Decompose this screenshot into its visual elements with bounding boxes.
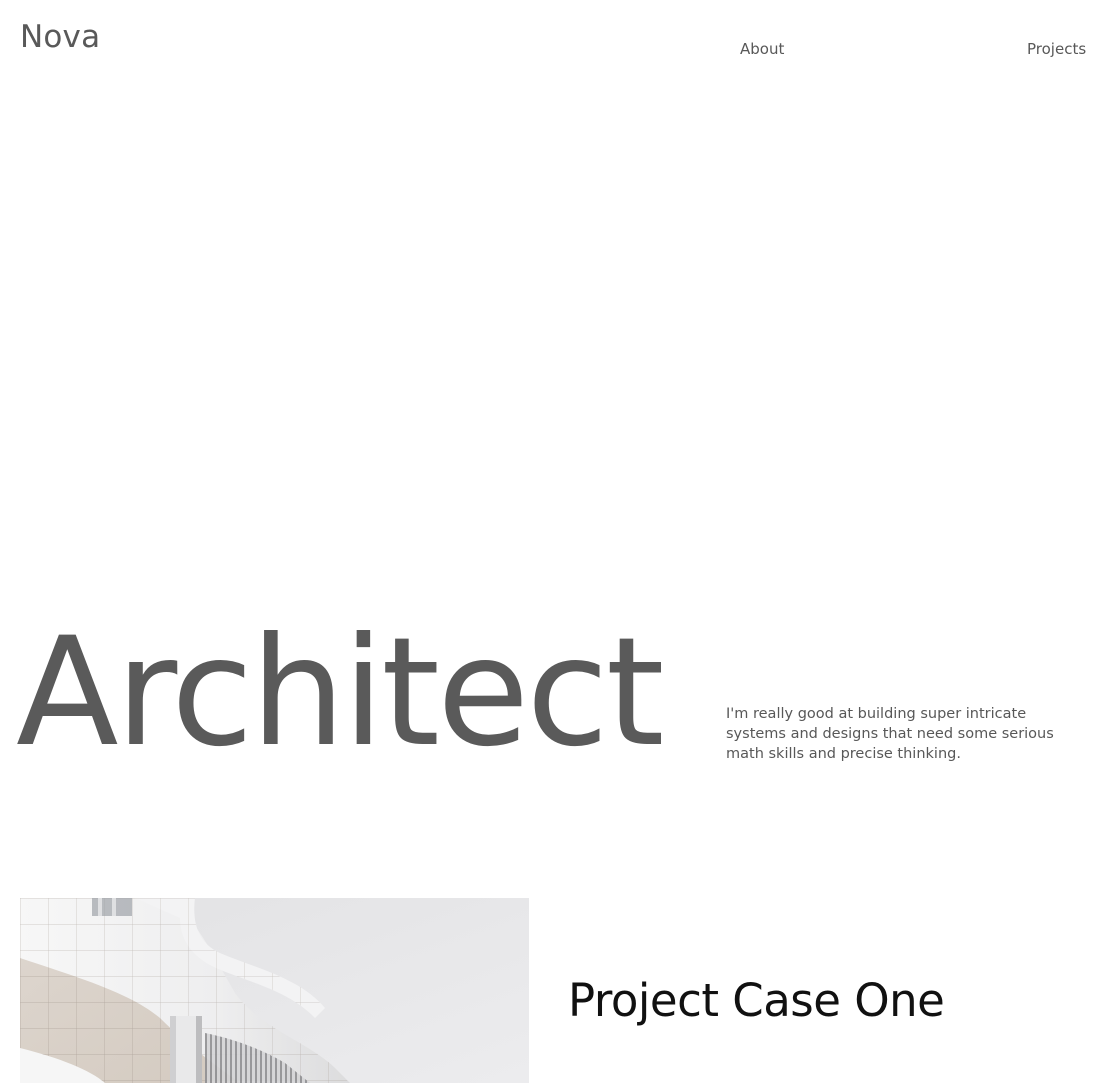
project-image[interactable] — [20, 898, 529, 1083]
hero-description: I'm really good at building super intric… — [726, 706, 1054, 762]
site-logo[interactable]: Nova — [20, 22, 100, 53]
nav-link-about[interactable]: About — [740, 42, 784, 57]
project-title[interactable]: Project Case One — [568, 978, 945, 1023]
hero-title: Architect — [16, 606, 665, 780]
architecture-photo-icon — [20, 898, 529, 1083]
nav-link-projects[interactable]: Projects — [1027, 42, 1086, 57]
